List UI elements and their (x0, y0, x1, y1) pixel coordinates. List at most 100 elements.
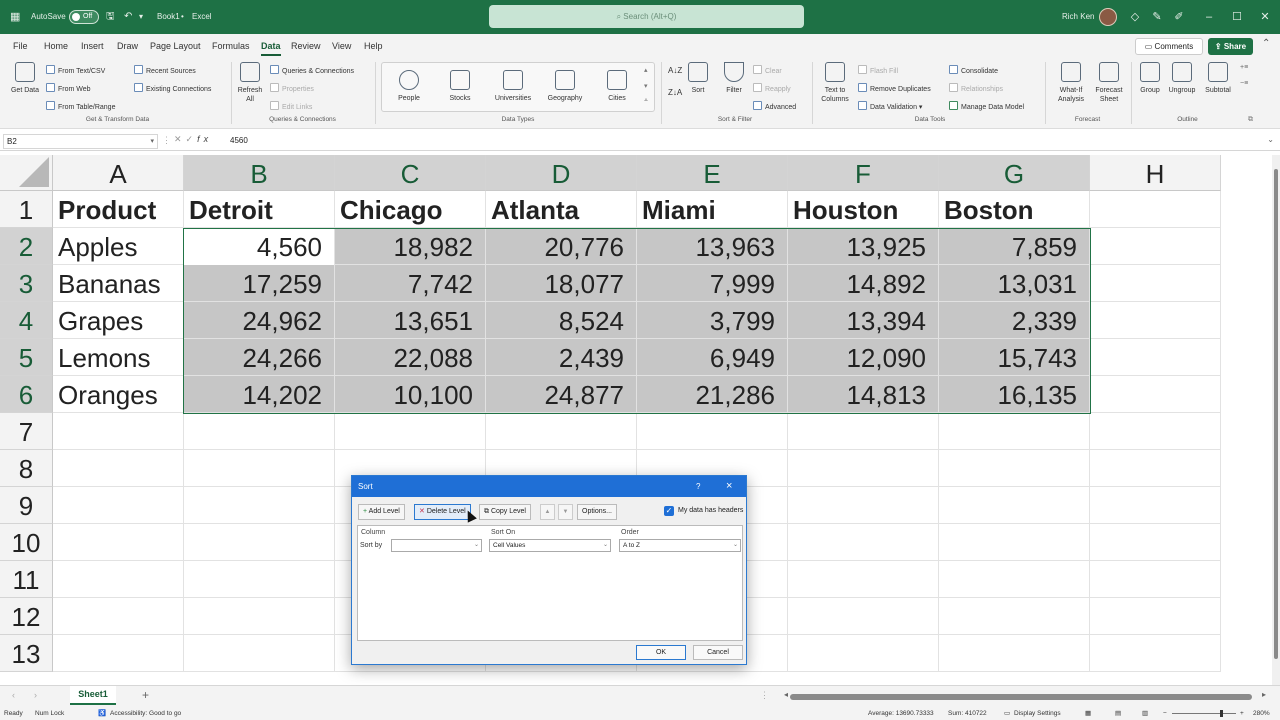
tab-insert[interactable]: Insert (81, 41, 104, 51)
search-input[interactable]: ⌕ Search (Alt+Q) (489, 5, 804, 28)
row-header[interactable]: 7 (0, 413, 53, 450)
row-header[interactable]: 2 (0, 228, 53, 265)
cell[interactable]: 21,286 (637, 376, 788, 413)
cell[interactable] (939, 598, 1090, 635)
cell[interactable] (1090, 302, 1221, 339)
move-down-button[interactable]: ▼ (558, 504, 573, 520)
consolidate-button[interactable]: Consolidate (949, 65, 998, 75)
cell[interactable]: 10,100 (335, 376, 486, 413)
tab-data[interactable]: Data (261, 41, 281, 56)
cell[interactable] (53, 561, 184, 598)
cell[interactable]: 7,859 (939, 228, 1090, 265)
cell[interactable] (788, 450, 939, 487)
zoom-level[interactable]: 280% (1253, 707, 1270, 720)
show-detail-icon[interactable]: +≡ (1240, 64, 1248, 71)
column-header[interactable]: H (1090, 155, 1221, 191)
cell[interactable] (939, 524, 1090, 561)
page-layout-view-icon[interactable]: ▤ (1115, 707, 1121, 720)
save-icon[interactable]: 🖫 (106, 0, 115, 34)
cell[interactable]: 16,135 (939, 376, 1090, 413)
from-text-button[interactable]: From Text/CSV (46, 65, 105, 75)
horizontal-scrollbar[interactable] (790, 694, 1252, 700)
vertical-scrollbar[interactable] (1272, 155, 1280, 685)
cell[interactable] (184, 598, 335, 635)
cancel-icon[interactable]: ✕ (174, 134, 186, 144)
cell[interactable] (939, 561, 1090, 598)
drag-handle-icon[interactable]: ⋮ (162, 135, 171, 146)
ribbon-collapse-icon[interactable]: ⌃ (1262, 38, 1270, 49)
existing-connections-button[interactable]: Existing Connections (134, 83, 211, 93)
cell[interactable]: 13,963 (637, 228, 788, 265)
row-header[interactable]: 5 (0, 339, 53, 376)
column-header[interactable]: D (486, 155, 637, 191)
cell[interactable]: 18,077 (486, 265, 637, 302)
cell[interactable]: 14,892 (788, 265, 939, 302)
cell[interactable] (335, 413, 486, 450)
cell[interactable] (939, 635, 1090, 672)
undo-icon[interactable]: ↶ (124, 0, 132, 34)
hide-detail-icon[interactable]: −≡ (1240, 80, 1248, 87)
sort-on-select[interactable]: Cell Values ⌄ (489, 539, 611, 552)
cell[interactable]: Apples (53, 228, 184, 265)
refresh-all-button[interactable]: Refresh All (234, 62, 266, 104)
row-header[interactable]: 8 (0, 450, 53, 487)
row-header[interactable]: 1 (0, 191, 53, 228)
cell[interactable]: 13,031 (939, 265, 1090, 302)
column-header[interactable]: G (939, 155, 1090, 191)
cell[interactable]: 22,088 (335, 339, 486, 376)
tab-file[interactable]: File (13, 41, 28, 51)
properties-button[interactable]: Properties (270, 83, 314, 93)
column-header[interactable]: B (184, 155, 335, 191)
active-cell-value[interactable]: 4,560 (184, 228, 334, 265)
cell[interactable] (53, 635, 184, 672)
header-cell[interactable]: Detroit (184, 191, 335, 228)
cancel-button[interactable]: Cancel (693, 645, 743, 660)
options-button[interactable]: Options... (577, 504, 617, 520)
from-web-button[interactable]: From Web (46, 83, 91, 93)
sheet-tab[interactable]: Sheet1 (70, 686, 116, 705)
cell[interactable] (1090, 487, 1221, 524)
tab-review[interactable]: Review (291, 41, 321, 51)
cell[interactable] (184, 487, 335, 524)
forecast-sheet-button[interactable]: Forecast Sheet (1093, 62, 1125, 104)
page-break-view-icon[interactable]: ▥ (1142, 707, 1148, 720)
cell[interactable]: 8,524 (486, 302, 637, 339)
data-validation-button[interactable]: Data Validation ▾ (858, 101, 922, 111)
header-cell[interactable]: Chicago (335, 191, 486, 228)
cell[interactable] (184, 635, 335, 672)
cell[interactable]: 7,742 (335, 265, 486, 302)
gallery-up-icon[interactable]: ▴ (644, 66, 648, 74)
text-to-columns-button[interactable]: Text to Columns (817, 62, 853, 104)
minimize-icon[interactable]: – (1198, 0, 1220, 34)
row-header[interactable]: 6 (0, 376, 53, 413)
sort-za-icon[interactable]: Z↓A (668, 88, 682, 97)
cell[interactable] (184, 450, 335, 487)
cell[interactable]: 15,743 (939, 339, 1090, 376)
add-level-button[interactable]: + Add Level (358, 504, 405, 520)
get-data-button[interactable]: Get Data (9, 62, 41, 95)
chevron-left-icon[interactable]: ‹ (12, 690, 15, 700)
row-header[interactable]: 12 (0, 598, 53, 635)
cell[interactable] (1090, 265, 1221, 302)
sort-by-column-select[interactable]: ⌄ (391, 539, 482, 552)
comments-button[interactable]: ▭ Comments (1135, 38, 1203, 55)
data-type-stocks[interactable]: Stocks (443, 70, 477, 103)
cell[interactable]: 13,394 (788, 302, 939, 339)
cell[interactable] (637, 413, 788, 450)
qat-more-icon[interactable]: ▾ (139, 0, 143, 34)
cell[interactable] (53, 450, 184, 487)
cell[interactable] (184, 561, 335, 598)
header-cell[interactable]: Miami (637, 191, 788, 228)
cell[interactable] (53, 598, 184, 635)
header-cell[interactable]: Product (53, 191, 184, 228)
data-type-cities[interactable]: Cities (600, 70, 634, 103)
cell[interactable] (788, 635, 939, 672)
cell[interactable] (486, 413, 637, 450)
cell[interactable] (1090, 376, 1221, 413)
relationships-button[interactable]: Relationships (949, 83, 1003, 93)
share-button[interactable]: ⇪ Share (1208, 38, 1253, 55)
manage-data-model-button[interactable]: Manage Data Model (949, 101, 1024, 111)
tab-draw[interactable]: Draw (117, 41, 138, 51)
zoom-in-icon[interactable]: + (1240, 707, 1244, 720)
cell[interactable] (1090, 598, 1221, 635)
